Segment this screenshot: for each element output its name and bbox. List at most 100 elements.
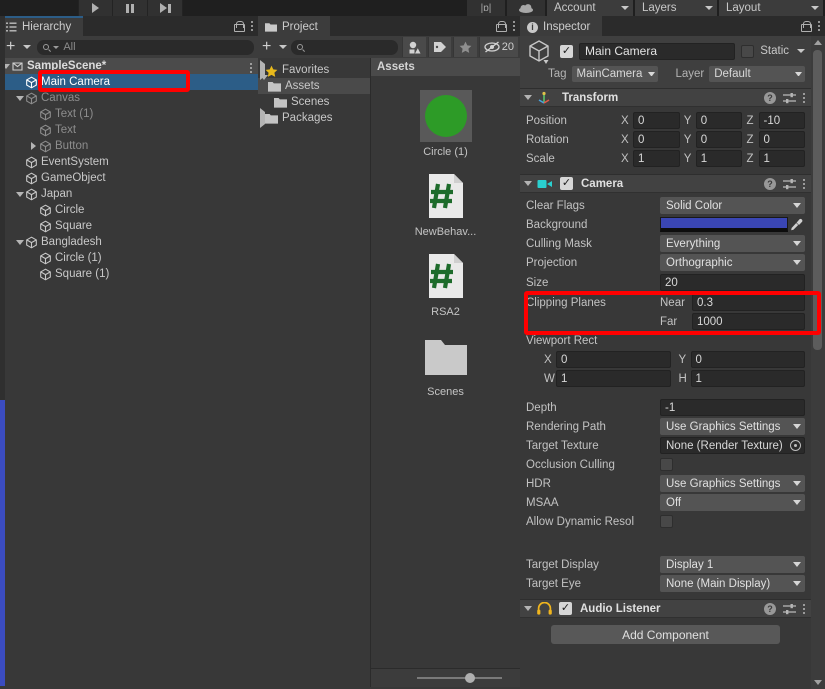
asset-item[interactable]: NewBehav...: [371, 170, 520, 238]
hierarchy-item-canvas[interactable]: Canvas: [0, 90, 258, 106]
tag-dropdown[interactable]: MainCamera: [571, 66, 659, 82]
clear-flags-dropdown[interactable]: Solid Color: [660, 197, 805, 214]
preset-icon[interactable]: [783, 92, 796, 104]
camera-component-header[interactable]: ✓ Camera ?: [520, 174, 811, 193]
filter-by-label-button[interactable]: [427, 37, 452, 57]
help-icon[interactable]: ?: [764, 91, 776, 104]
collapse-arrow-icon[interactable]: [28, 142, 39, 150]
viewport-h-field[interactable]: 1: [690, 370, 805, 387]
camera-enabled-checkbox[interactable]: ✓: [560, 177, 573, 190]
project-tree-item-scenes[interactable]: Scenes: [258, 94, 370, 110]
viewport-x-field[interactable]: 0: [556, 351, 671, 368]
layer-dropdown[interactable]: Default: [709, 66, 805, 82]
hierarchy-item-japan[interactable]: Japan: [0, 186, 258, 202]
transform-position-x-field[interactable]: 0: [633, 112, 680, 129]
hierarchy-tree[interactable]: SampleScene* Main Camera Canvas Text (1)…: [0, 58, 258, 282]
account-dropdown[interactable]: Account: [547, 0, 633, 16]
lock-icon[interactable]: [496, 20, 507, 32]
object-picker-icon[interactable]: [790, 440, 801, 451]
hierarchy-search-input[interactable]: All: [37, 39, 254, 55]
help-icon[interactable]: ?: [764, 602, 776, 615]
asset-zoom-slider[interactable]: [371, 668, 520, 687]
lock-icon[interactable]: [234, 20, 245, 32]
project-tree-item-favorites[interactable]: Favorites: [258, 60, 370, 80]
asset-item[interactable]: Circle (1): [371, 90, 520, 158]
layers-dropdown[interactable]: Layers: [635, 0, 717, 16]
zoom-slider-track[interactable]: [417, 673, 502, 683]
near-field[interactable]: 0.3: [692, 294, 805, 311]
hierarchy-item-eventsystem[interactable]: EventSystem: [0, 154, 258, 170]
culling-mask-dropdown[interactable]: Everything: [660, 235, 805, 252]
packages-visibility-button[interactable]: 20: [478, 37, 519, 57]
project-folder-tree[interactable]: Favorites Assets Scenes Packages: [258, 58, 370, 687]
expand-arrow-icon[interactable]: [260, 75, 268, 92]
hierarchy-item-square[interactable]: Square: [0, 218, 258, 234]
component-menu-icon[interactable]: [803, 92, 805, 103]
preset-icon[interactable]: [783, 178, 796, 190]
target-texture-field[interactable]: None (Render Texture): [660, 437, 805, 454]
audio-listener-enabled-checkbox[interactable]: ✓: [559, 602, 572, 615]
occlusion-culling-checkbox[interactable]: [660, 458, 673, 471]
viewport-w-field[interactable]: 1: [556, 370, 671, 387]
scroll-up-icon[interactable]: [814, 40, 822, 45]
size-field[interactable]: 20: [660, 274, 805, 291]
hierarchy-item-samplescene[interactable]: SampleScene*: [0, 58, 258, 74]
pause-button[interactable]: [113, 0, 148, 16]
asset-item[interactable]: Scenes: [371, 330, 520, 398]
asset-item[interactable]: RSA2: [371, 250, 520, 318]
far-field[interactable]: 1000: [692, 313, 805, 330]
project-create-button[interactable]: +: [260, 39, 289, 55]
transform-component-header[interactable]: Transform ?: [520, 88, 811, 107]
collapse-arrow-icon[interactable]: [524, 181, 532, 186]
hierarchy-item-text-1[interactable]: Text (1): [0, 106, 258, 122]
tab-inspector[interactable]: i Inspector: [520, 16, 603, 36]
play-button[interactable]: [78, 0, 113, 16]
hierarchy-item-circle[interactable]: Circle: [0, 202, 258, 218]
hierarchy-create-button[interactable]: +: [4, 39, 33, 55]
hierarchy-item-button[interactable]: Button: [0, 138, 258, 154]
chevron-down-icon[interactable]: [797, 49, 805, 53]
target-eye-dropdown[interactable]: None (Main Display): [660, 575, 805, 592]
transform-rotation-y-field[interactable]: 0: [695, 131, 743, 148]
hierarchy-menu-icon[interactable]: [251, 21, 253, 31]
scroll-down-icon[interactable]: [814, 680, 822, 685]
transform-scale-y-field[interactable]: 1: [695, 150, 743, 167]
help-icon[interactable]: ?: [764, 177, 776, 190]
scrollbar-thumb[interactable]: [813, 50, 822, 350]
hierarchy-item-gameobject[interactable]: GameObject: [0, 170, 258, 186]
transform-scale-z-field[interactable]: 1: [758, 150, 805, 167]
project-search-input[interactable]: [291, 39, 399, 55]
dynamic-resolution-checkbox[interactable]: [660, 515, 673, 528]
collapse-arrow-icon[interactable]: [524, 95, 532, 100]
component-menu-icon[interactable]: [803, 603, 805, 614]
hierarchy-item-text[interactable]: Text: [0, 122, 258, 138]
tab-project[interactable]: Project: [258, 16, 330, 36]
transform-rotation-x-field[interactable]: 0: [633, 131, 680, 148]
project-tree-item-packages[interactable]: Packages: [258, 108, 370, 128]
assets-breadcrumb[interactable]: Assets: [371, 58, 520, 76]
inspector-scrollbar[interactable]: [811, 36, 825, 689]
step-button[interactable]: [148, 0, 183, 16]
preset-icon[interactable]: [783, 603, 796, 615]
tab-hierarchy[interactable]: Hierarchy: [0, 16, 84, 36]
add-component-button[interactable]: Add Component: [551, 625, 780, 644]
layout-dropdown[interactable]: Layout: [719, 0, 823, 16]
asset-grid[interactable]: Circle (1) NewBehav... RSA2 Scenes: [371, 76, 520, 398]
hierarchy-item-main-camera[interactable]: Main Camera: [0, 74, 258, 90]
hdr-dropdown[interactable]: Use Graphics Settings: [660, 475, 805, 492]
transform-position-z-field[interactable]: -10: [758, 112, 805, 129]
msaa-dropdown[interactable]: Off: [660, 494, 805, 511]
audio-listener-component-header[interactable]: ✓ Audio Listener ?: [520, 599, 811, 618]
gameobject-enabled-checkbox[interactable]: ✓: [560, 44, 573, 58]
hierarchy-item-bangladesh[interactable]: Bangladesh: [0, 234, 258, 250]
viewport-y-field[interactable]: 0: [690, 351, 805, 368]
background-color-field[interactable]: [660, 217, 788, 232]
collapse-arrow-icon[interactable]: [524, 606, 532, 611]
expand-arrow-icon[interactable]: [14, 239, 25, 245]
expand-arrow-icon[interactable]: [14, 191, 25, 197]
eyedropper-button[interactable]: [788, 216, 804, 233]
projection-dropdown[interactable]: Orthographic: [660, 254, 805, 271]
scene-menu-icon[interactable]: [250, 63, 252, 73]
zoom-slider-knob[interactable]: [465, 673, 475, 683]
project-tree-item-assets[interactable]: Assets: [258, 75, 370, 94]
